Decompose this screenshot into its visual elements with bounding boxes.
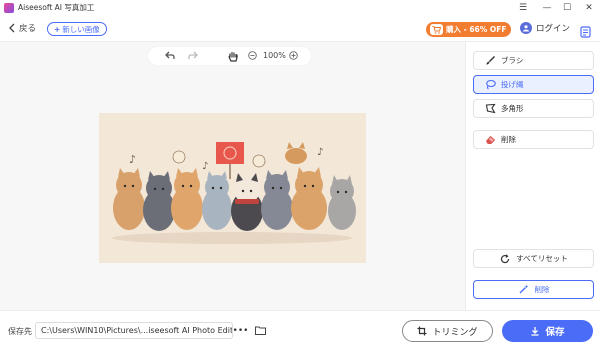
back-label: 戻る	[19, 24, 37, 34]
svg-text:♪: ♪	[129, 153, 136, 166]
crop-icon	[417, 326, 427, 336]
trim-button[interactable]: トリミング	[402, 320, 493, 342]
polygon-icon	[484, 103, 496, 115]
maximize-button[interactable]: ☐	[556, 0, 578, 16]
footer-bar: 保存先 C:\Users\WIN10\Pictures\...iseesoft …	[0, 310, 600, 350]
folder-icon[interactable]	[252, 322, 269, 339]
reset-icon	[499, 253, 511, 265]
app-logo-icon	[4, 3, 14, 13]
lasso-tool-button[interactable]: 投げ縄	[473, 75, 594, 94]
polygon-tool-button[interactable]: 多角形	[473, 99, 594, 118]
trim-label: トリミング	[432, 327, 478, 338]
photo-preview[interactable]: ♪ ♪ ♪	[99, 113, 366, 263]
user-icon	[520, 22, 532, 34]
erase-label: 削除	[501, 135, 516, 144]
save-path-field[interactable]: C:\Users\WIN10\Pictures\...iseesoft AI P…	[35, 322, 233, 339]
minimize-button[interactable]: —	[536, 0, 558, 16]
brush-tool-button[interactable]: ブラシ	[473, 51, 594, 70]
plus-icon: +	[54, 24, 61, 34]
polygon-label: 多角形	[501, 104, 524, 113]
canvas-area[interactable]: 100% ♪ ♪ ♪	[0, 42, 465, 310]
tool-panel: ブラシ 投げ縄 多角形 削除 すべてリセット 削除	[465, 42, 600, 310]
buy-button[interactable]: 購入 - 66% OFF	[426, 22, 511, 37]
app-title: Aiseesoft AI 写真加工	[18, 3, 95, 12]
eraser-tool-button[interactable]: 削除	[473, 130, 594, 149]
new-image-label: 新しい画像	[62, 24, 100, 34]
redo-icon[interactable]	[188, 51, 198, 60]
new-image-button[interactable]: + 新しい画像	[47, 22, 107, 36]
cats-illustration: ♪ ♪ ♪	[99, 113, 366, 263]
cart-icon	[430, 24, 443, 35]
back-button[interactable]: 戻る	[8, 22, 36, 34]
brush-icon	[484, 55, 496, 67]
title-bar: Aiseesoft AI 写真加工 ☰ — ☐ ✕	[0, 0, 600, 16]
remove-label: 削除	[534, 285, 550, 294]
svg-text:♪: ♪	[202, 161, 208, 172]
document-icon[interactable]	[580, 23, 591, 42]
zoom-out-icon[interactable]	[248, 51, 257, 60]
top-header: 戻る + 新しい画像 購入 - 66% OFF ログイン	[0, 16, 600, 42]
zoom-in-icon[interactable]	[289, 51, 298, 60]
reset-all-button[interactable]: すべてリセット	[473, 249, 594, 268]
lasso-icon	[484, 79, 496, 91]
undo-icon[interactable]	[165, 51, 175, 60]
login-button[interactable]: ログイン	[520, 22, 570, 34]
chevron-left-icon	[9, 23, 15, 33]
hand-icon[interactable]	[228, 51, 238, 62]
menu-icon[interactable]: ☰	[512, 0, 534, 16]
zoom-level: 100%	[263, 51, 286, 60]
eraser-icon	[484, 134, 496, 146]
remove-button[interactable]: 削除	[473, 280, 594, 299]
red-flag	[216, 142, 244, 164]
lasso-label: 投げ縄	[501, 80, 524, 89]
save-label: 保存	[545, 327, 565, 338]
more-options-button[interactable]: •••	[232, 322, 249, 339]
reset-label: すべてリセット	[516, 254, 568, 263]
buy-label: 購入 - 66% OFF	[446, 25, 507, 34]
brush-label: ブラシ	[501, 56, 524, 65]
save-button[interactable]: 保存	[502, 320, 593, 342]
login-label: ログイン	[536, 24, 571, 34]
download-icon	[530, 326, 540, 336]
svg-text:♪: ♪	[317, 147, 323, 158]
close-button[interactable]: ✕	[578, 0, 600, 16]
view-toolbar: 100%	[148, 47, 311, 65]
save-to-label: 保存先	[8, 327, 32, 336]
magic-wand-icon	[518, 284, 530, 296]
